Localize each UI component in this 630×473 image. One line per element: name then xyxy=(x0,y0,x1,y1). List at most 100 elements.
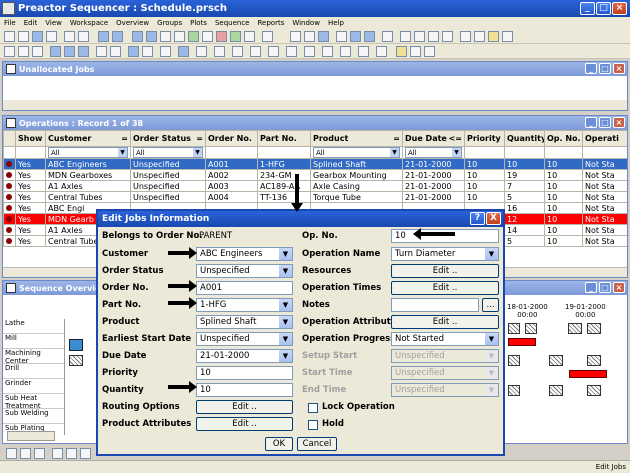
product-select[interactable]: Splined Shaft ▼ xyxy=(196,315,293,329)
schedule-icon[interactable] xyxy=(396,46,407,57)
people-3-icon[interactable] xyxy=(250,46,261,57)
pane-maximize-button[interactable]: □ xyxy=(599,63,611,74)
customer-select[interactable]: ABC Engineers ▼ xyxy=(196,247,293,261)
person-icon[interactable] xyxy=(268,46,279,57)
menu-plots[interactable]: Plots xyxy=(186,19,211,27)
table-row[interactable]: Yes MDN Gearboxes Unspecified A002 234-GM Gea… xyxy=(3,169,627,181)
report-icon[interactable] xyxy=(410,46,421,57)
operation-bar[interactable] xyxy=(525,323,537,334)
notes-field[interactable] xyxy=(391,298,479,312)
late-operation-bar[interactable] xyxy=(569,370,607,378)
nav-first-icon[interactable] xyxy=(400,31,411,42)
new-icon[interactable] xyxy=(4,31,15,42)
operation-bar[interactable] xyxy=(69,355,83,366)
menu-help[interactable]: Help xyxy=(324,19,348,27)
routing-edit-button[interactable]: Edit .. xyxy=(196,400,293,414)
earliest-start-select[interactable]: Unspecified ▼ xyxy=(196,332,293,346)
tile-icon[interactable] xyxy=(350,31,361,42)
selected-operation-bar[interactable] xyxy=(69,339,83,351)
cancel-button[interactable]: Cancel xyxy=(297,437,337,451)
pane-maximize-button[interactable]: □ xyxy=(599,117,611,128)
redo-icon[interactable] xyxy=(78,31,89,42)
list-icon[interactable] xyxy=(50,46,61,57)
grid-icon[interactable] xyxy=(132,31,143,42)
setup-start-select[interactable]: Unspecified ▼ xyxy=(391,349,499,363)
tool-icon[interactable] xyxy=(66,448,77,459)
tool-icon[interactable] xyxy=(6,448,17,459)
pane-close-button[interactable]: × xyxy=(613,63,625,74)
reset-icon[interactable] xyxy=(502,31,513,42)
person-3-icon[interactable] xyxy=(304,46,315,57)
due-date-filter[interactable]: All ▼ xyxy=(405,147,462,158)
operation-times-edit-button[interactable]: Edit .. xyxy=(391,281,499,295)
pane-close-button[interactable]: × xyxy=(613,117,625,128)
col-part-no[interactable]: Part No. xyxy=(257,130,311,147)
col-show[interactable]: Show xyxy=(15,130,46,147)
customer-filter[interactable]: All ▼ xyxy=(48,147,128,158)
menu-reports[interactable]: Reports xyxy=(253,19,288,27)
zoom-in-icon[interactable] xyxy=(304,31,315,42)
zoom-icon[interactable] xyxy=(290,31,301,42)
operation-bar[interactable] xyxy=(508,323,520,334)
calendar-icon[interactable] xyxy=(78,46,89,57)
hold-checkbox[interactable] xyxy=(308,420,318,430)
late-operation-bar[interactable] xyxy=(508,338,536,346)
pane-minimize-button[interactable]: _ xyxy=(585,282,597,293)
start-time-select[interactable]: Unspecified ▼ xyxy=(391,366,499,380)
end-time-select[interactable]: Unspecified ▼ xyxy=(391,383,499,397)
col-order-no[interactable]: Order No. xyxy=(205,130,258,147)
table-icon[interactable] xyxy=(160,31,171,42)
copy-icon[interactable] xyxy=(18,46,29,57)
minimize-button[interactable]: _ xyxy=(580,2,595,15)
operation-bar[interactable] xyxy=(587,355,601,366)
help-icon[interactable] xyxy=(202,31,213,42)
resource-icon[interactable] xyxy=(96,46,107,57)
operation-attributes-edit-button[interactable]: Edit .. xyxy=(391,315,499,329)
nav-last-icon[interactable] xyxy=(442,31,453,42)
paste-icon[interactable] xyxy=(32,46,43,57)
notes-browse-button[interactable]: ... xyxy=(482,298,499,312)
table-row[interactable]: Yes ABC Engineers Unspecified A001 1-HFG Spli… xyxy=(3,158,627,170)
dialog-close-button[interactable]: X xyxy=(486,212,501,225)
zoom-controls[interactable] xyxy=(7,431,55,441)
table-row[interactable]: Yes A1 Axles Unspecified A003 AC189-AA Axle C… xyxy=(3,180,627,192)
settings-icon[interactable] xyxy=(178,46,189,57)
order-status-select[interactable]: Unspecified ▼ xyxy=(196,264,293,278)
col-order-status[interactable]: Order Status = xyxy=(130,130,206,147)
jobs-icon[interactable] xyxy=(98,31,109,42)
table-row[interactable]: Yes Central Tubes Unspecified A004 TT-136 Tor… xyxy=(3,191,627,203)
operation-bar[interactable] xyxy=(568,323,582,334)
menu-overview[interactable]: Overview xyxy=(112,19,153,27)
plot-icon[interactable] xyxy=(128,46,139,57)
col-quantity[interactable]: Quantity xyxy=(504,130,545,147)
help-button[interactable]: ? xyxy=(470,212,485,225)
filter-icon[interactable] xyxy=(174,31,185,42)
chart-icon[interactable] xyxy=(64,46,75,57)
cascade-icon[interactable] xyxy=(364,31,375,42)
menu-workspace[interactable]: Workspace xyxy=(66,19,112,27)
person-7-icon[interactable] xyxy=(376,46,387,57)
tool-icon[interactable] xyxy=(52,448,63,459)
col-op-no[interactable]: Op. No. xyxy=(544,130,583,147)
product-filter[interactable]: All ▼ xyxy=(313,147,400,158)
properties-icon[interactable] xyxy=(424,46,435,57)
col-product[interactable]: Product = xyxy=(310,130,403,147)
product-attributes-edit-button[interactable]: Edit .. xyxy=(196,417,293,431)
operation-progress-select[interactable]: Not Started ▼ xyxy=(391,332,499,346)
tool-icon[interactable] xyxy=(34,448,45,459)
menu-window[interactable]: Window xyxy=(288,19,324,27)
globe-icon[interactable] xyxy=(188,31,199,42)
pane-minimize-button[interactable]: _ xyxy=(585,63,597,74)
order-no-field[interactable]: A001 xyxy=(196,281,293,295)
ok-button[interactable]: OK xyxy=(265,437,293,451)
quantity-field[interactable]: 10 xyxy=(196,383,293,397)
print-icon[interactable] xyxy=(46,31,57,42)
col-operation[interactable]: Operati xyxy=(582,130,627,147)
backward-icon[interactable] xyxy=(474,31,485,42)
tool-icon[interactable] xyxy=(20,448,31,459)
refresh-icon[interactable] xyxy=(262,31,273,42)
save-icon[interactable] xyxy=(32,31,43,42)
open-icon[interactable] xyxy=(18,31,29,42)
sequence-icon[interactable] xyxy=(488,31,499,42)
pane-minimize-button[interactable]: _ xyxy=(585,117,597,128)
